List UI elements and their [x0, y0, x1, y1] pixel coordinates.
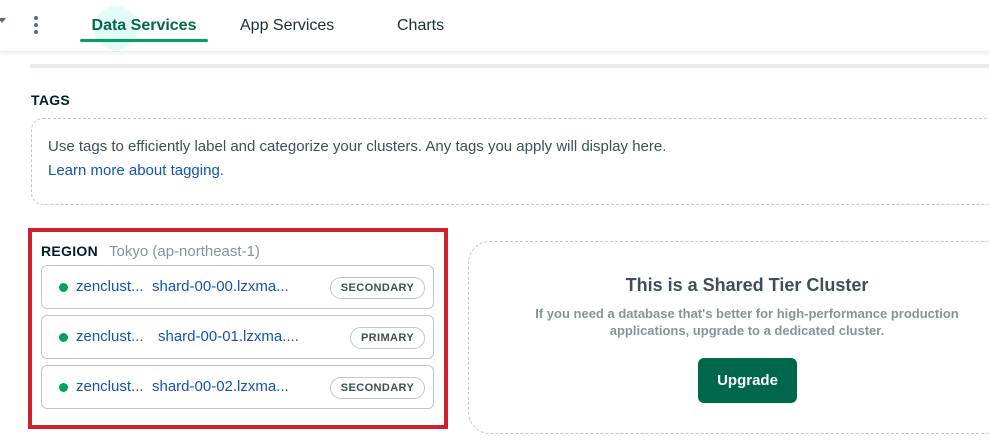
upgrade-button[interactable]: Upgrade [698, 358, 797, 403]
status-online-icon [59, 333, 68, 342]
status-online-icon [59, 283, 68, 292]
top-navigation: Data Services App Services Charts [0, 0, 989, 52]
region-heading: REGION [41, 243, 99, 259]
host-name-start: zenclust... [76, 328, 144, 345]
tab-label: Data Services [91, 17, 197, 34]
tab-app-services[interactable]: App Services [240, 0, 334, 52]
kebab-dot [34, 16, 38, 20]
chevron-down-icon[interactable] [0, 18, 6, 23]
host-name-start: zenclust... [76, 278, 144, 295]
tags-panel: Use tags to efficiently label and catego… [31, 118, 989, 205]
kebab-dot [34, 23, 38, 27]
role-badge: SECONDARY [330, 377, 425, 399]
host-row[interactable]: zenclust... shard-00-02.lzxma... SECONDA… [41, 365, 434, 409]
host-row[interactable]: zenclust... shard-00-01.lzxma.... PRIMAR… [41, 315, 434, 359]
shared-tier-title: This is a Shared Tier Cluster [625, 275, 869, 295]
active-tab-indicator [80, 39, 208, 42]
learn-more-tagging-link[interactable]: Learn more about tagging. [48, 162, 224, 179]
kebab-dot [34, 30, 38, 34]
host-name-end: shard-00-00.lzxma... [152, 278, 289, 295]
host-name-end: shard-00-02.lzxma... [152, 378, 289, 395]
section-divider [30, 64, 989, 68]
host-name-end: shard-00-01.lzxma.... [158, 328, 299, 345]
status-online-icon [59, 383, 68, 392]
region-name: Tokyo (ap-northeast-1) [109, 243, 260, 260]
more-options-icon[interactable] [31, 13, 41, 37]
tab-charts[interactable]: Charts [397, 0, 444, 52]
role-badge: SECONDARY [330, 277, 425, 299]
tab-label: App Services [240, 17, 335, 34]
host-row[interactable]: zenclust... shard-00-00.lzxma... SECONDA… [41, 265, 434, 309]
role-badge: PRIMARY [350, 327, 425, 349]
tab-data-services[interactable]: Data Services [80, 0, 208, 52]
tags-description: Use tags to efficiently label and catego… [48, 138, 667, 155]
host-name-start: zenclust... [76, 378, 144, 395]
shared-tier-description: If you need a database that's better for… [535, 306, 959, 338]
tab-label: Charts [397, 17, 445, 34]
tags-heading: TAGS [31, 92, 71, 108]
